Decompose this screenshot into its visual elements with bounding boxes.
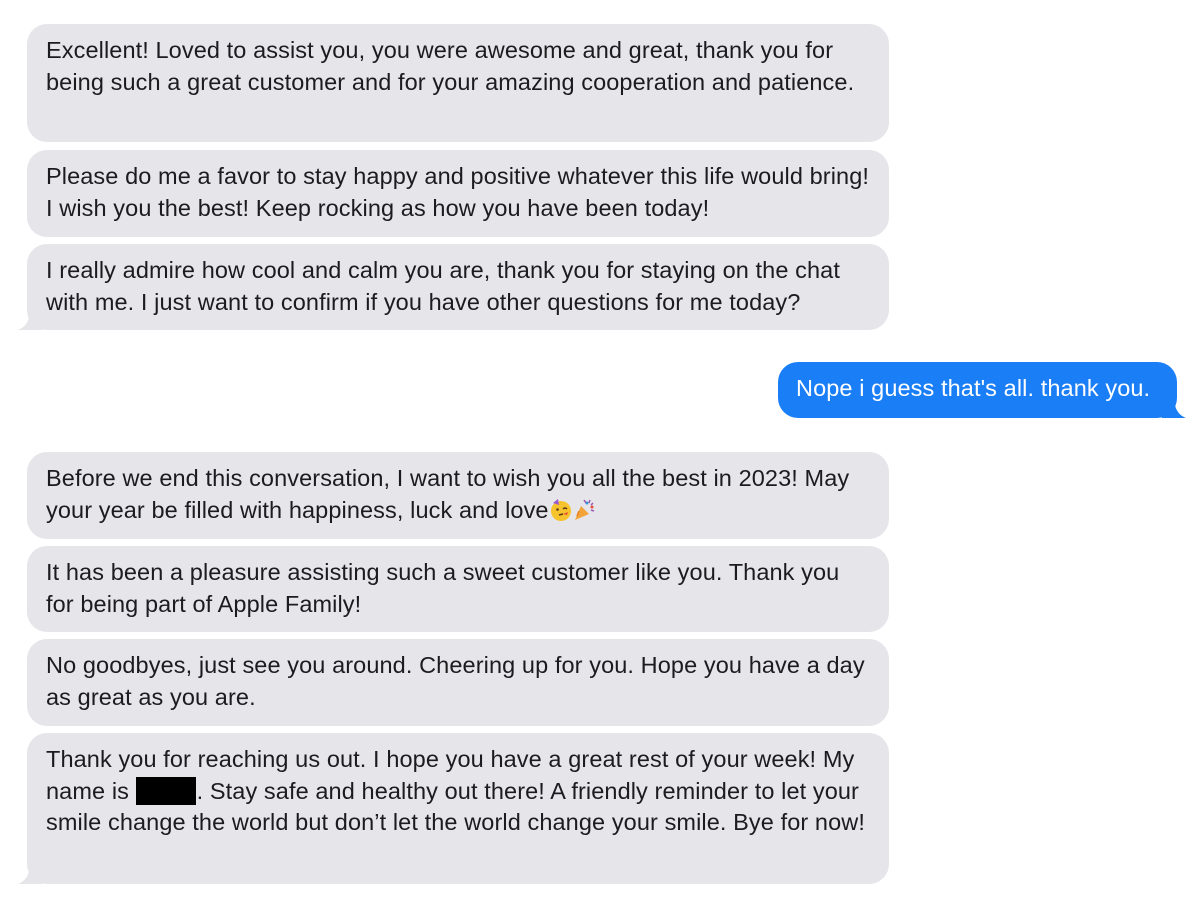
message-bubble-received[interactable]: It has been a pleasure assisting such a … xyxy=(27,546,889,632)
message-text: Excellent! Loved to assist you, you were… xyxy=(46,37,855,95)
party-popper-emoji-icon xyxy=(574,499,594,520)
partying-face-emoji-icon xyxy=(550,498,571,521)
redacted-name-block xyxy=(135,776,196,805)
message-text: Please do me a favor to stay happy and p… xyxy=(46,163,870,221)
message-bubble-received[interactable]: No goodbyes, just see you around. Cheeri… xyxy=(27,639,889,726)
message-bubble-sent[interactable]: Nope i guess that's all. thank you. xyxy=(778,362,1186,418)
bubble-tail-right xyxy=(1162,396,1186,418)
message-bubble-received[interactable]: Excellent! Loved to assist you, you were… xyxy=(27,24,889,142)
message-text: It has been a pleasure assisting such a … xyxy=(46,559,840,617)
message-bubble-received[interactable]: Before we end this conversation, I want … xyxy=(27,452,889,539)
message-bubble-received[interactable]: I really admire how cool and calm you ar… xyxy=(18,244,889,330)
message-bubble-received[interactable]: Please do me a favor to stay happy and p… xyxy=(27,150,889,237)
message-text: I really admire how cool and calm you ar… xyxy=(46,257,840,315)
message-text: Nope i guess that's all. thank you. xyxy=(796,375,1151,401)
message-text: No goodbyes, just see you around. Cheeri… xyxy=(46,652,865,710)
bubble-tail-left xyxy=(18,308,42,330)
bubble-tail-left xyxy=(18,862,42,884)
message-bubble-received[interactable]: Thank you for reaching us out. I hope yo… xyxy=(18,733,889,884)
message-text: Before we end this conversation, I want … xyxy=(46,465,850,523)
